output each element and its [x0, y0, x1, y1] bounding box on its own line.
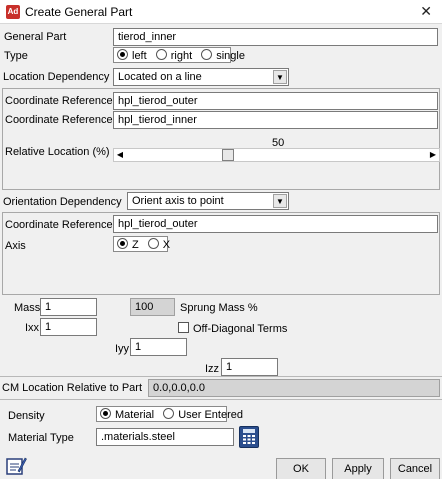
- radio-unselected-icon: [163, 408, 175, 419]
- axis-radio-group: Z X: [113, 236, 170, 252]
- cm-location-input: 0.0,0.0,0.0: [148, 379, 440, 397]
- cancel-button[interactable]: Cancel: [390, 458, 440, 479]
- radio-selected-icon: [100, 408, 111, 419]
- radio-selected-icon: [117, 49, 128, 60]
- radio-unselected-icon: [201, 49, 213, 60]
- coord-ref2-input[interactable]: hpl_tierod_inner: [113, 111, 438, 129]
- type-single-radio[interactable]: single: [201, 49, 245, 62]
- location-dependency-label: Location Dependency: [3, 71, 110, 83]
- izz-label: Izz: [205, 363, 220, 375]
- radio-unselected-icon: [155, 49, 167, 60]
- calculator-icon[interactable]: [239, 426, 259, 448]
- slider-thumb[interactable]: [222, 149, 234, 161]
- mass-label: Mass: [14, 302, 41, 314]
- general-part-input[interactable]: tierod_inner: [113, 28, 438, 46]
- coord-ref1-label: Coordinate Reference #1: [5, 95, 128, 107]
- orientation-dependency-select[interactable]: Orient axis to point ▼: [127, 192, 289, 210]
- orientation-dependency-label: Orientation Dependency: [3, 196, 122, 208]
- location-dependency-value: Located on a line: [118, 71, 202, 83]
- density-radio-group: Material User Entered: [96, 406, 243, 422]
- axis-x-radio[interactable]: X: [147, 238, 170, 251]
- relative-location-label: Relative Location (%): [5, 146, 110, 158]
- density-material-radio[interactable]: Material: [100, 408, 154, 421]
- separator: [0, 376, 442, 377]
- radio-unselected-icon: [147, 238, 159, 249]
- coord-ref1-input[interactable]: hpl_tierod_outer: [113, 92, 438, 110]
- izz-input[interactable]: 1: [221, 358, 278, 376]
- type-radio-group: left right single: [113, 47, 245, 63]
- ixx-label: Ixx: [25, 322, 40, 334]
- type-left-radio[interactable]: left: [117, 49, 147, 62]
- type-label: Type: [4, 50, 28, 62]
- app-icon: Ad: [6, 5, 20, 19]
- iyy-input[interactable]: 1: [130, 338, 187, 356]
- checkbox-icon: [178, 322, 189, 333]
- orientation-coord-ref-label: Coordinate Reference: [5, 219, 113, 231]
- close-icon[interactable]: ✕: [420, 3, 432, 20]
- window-title: Create General Part: [25, 5, 133, 19]
- density-user-entered-radio[interactable]: User Entered: [163, 408, 243, 421]
- type-right-radio[interactable]: right: [155, 49, 192, 62]
- sprung-mass-label: Sprung Mass %: [180, 302, 258, 314]
- ok-button[interactable]: OK: [276, 458, 326, 479]
- ixx-input[interactable]: 1: [40, 318, 97, 336]
- coord-ref2-label: Coordinate Reference #2: [5, 114, 128, 126]
- edit-notes-icon[interactable]: [5, 455, 27, 477]
- chevron-left-icon[interactable]: ◀: [115, 149, 125, 161]
- cm-location-label: CM Location Relative to Part: [2, 382, 143, 394]
- density-label: Density: [8, 410, 45, 422]
- material-type-input[interactable]: .materials.steel: [96, 428, 234, 446]
- orientation-coord-ref-input[interactable]: hpl_tierod_outer: [113, 215, 438, 233]
- off-diagonal-checkbox[interactable]: Off-Diagonal Terms: [178, 322, 287, 335]
- mass-input[interactable]: 1: [40, 298, 97, 316]
- location-dependency-select[interactable]: Located on a line ▼: [113, 68, 289, 86]
- axis-z-radio[interactable]: Z: [117, 238, 139, 251]
- chevron-down-icon: ▼: [273, 194, 287, 208]
- relative-location-slider[interactable]: [113, 148, 440, 162]
- apply-button[interactable]: Apply: [332, 458, 384, 479]
- sprung-mass-input: 100: [130, 298, 175, 316]
- general-part-label: General Part: [4, 31, 67, 43]
- orientation-dependency-value: Orient axis to point: [132, 195, 224, 207]
- chevron-down-icon: ▼: [273, 70, 287, 84]
- material-type-label: Material Type: [8, 432, 74, 444]
- separator: [0, 399, 442, 400]
- chevron-right-icon[interactable]: ▶: [428, 149, 438, 161]
- iyy-label: Iyy: [115, 343, 130, 355]
- radio-selected-icon: [117, 238, 128, 249]
- axis-label: Axis: [5, 240, 26, 252]
